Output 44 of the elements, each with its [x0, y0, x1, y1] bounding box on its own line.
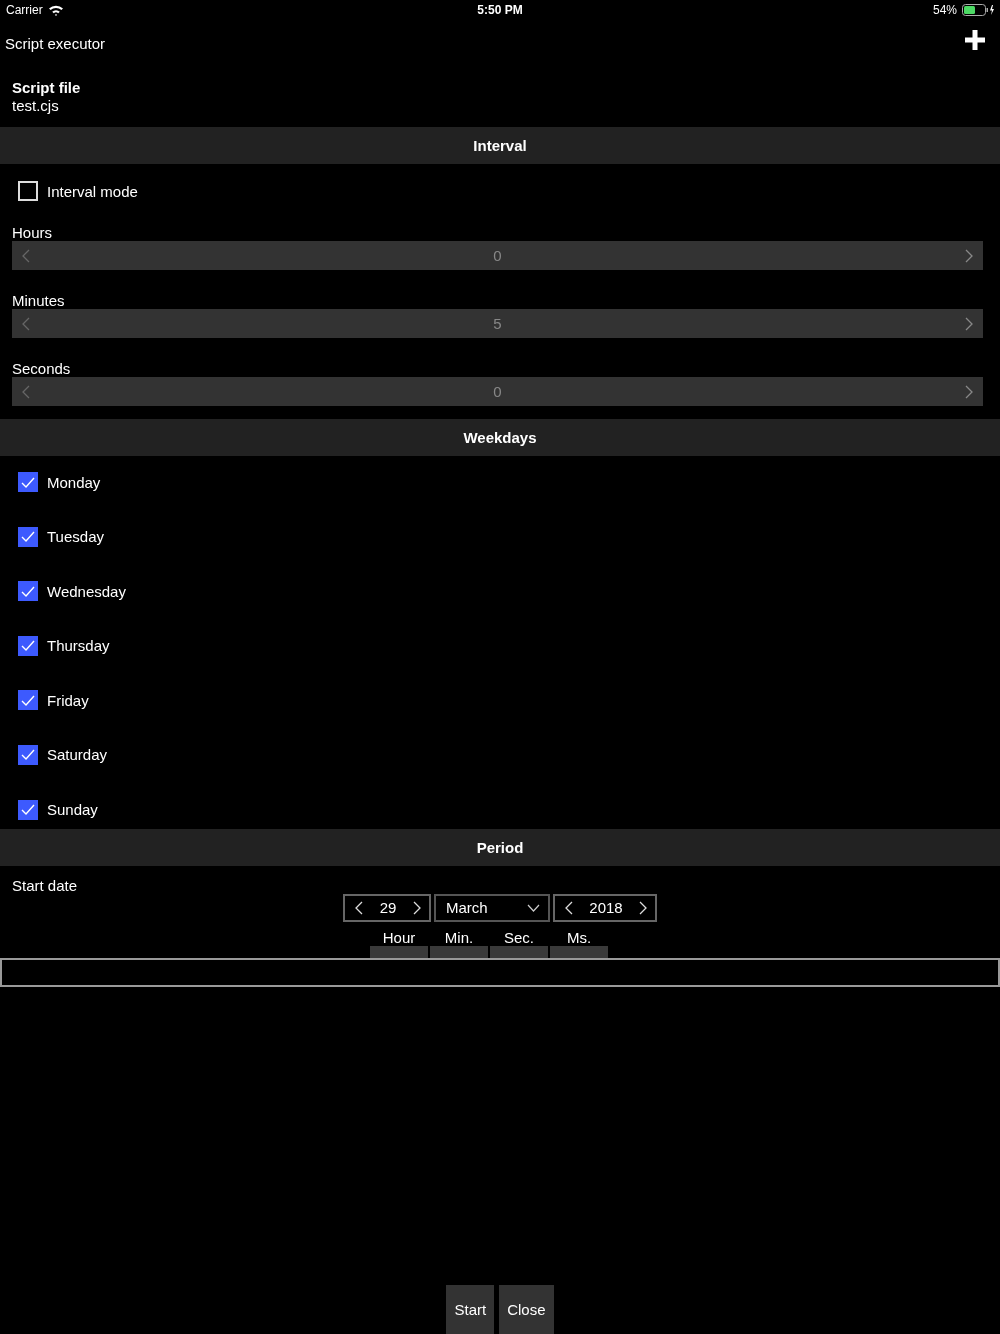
checkbox-label: Wednesday	[47, 582, 126, 600]
field-label: Hours	[12, 224, 53, 241]
section-header: Weekdays	[0, 419, 1000, 456]
checkbox-label: Tuesday	[47, 528, 104, 546]
month-dropdown[interactable]: March	[434, 893, 550, 922]
time-label: Ms.	[566, 929, 592, 946]
time-label: Hour	[382, 929, 416, 946]
carrier-label: Carrier	[6, 3, 43, 17]
checkbox-label: Sunday	[47, 801, 98, 819]
section-header: Period	[0, 828, 1000, 866]
field-label: Minutes	[12, 292, 66, 309]
time-field[interactable]	[490, 945, 548, 958]
app-title: Script executor	[5, 34, 106, 52]
checkbox[interactable]	[18, 799, 38, 820]
checkbox[interactable]	[18, 581, 38, 602]
time-field[interactable]	[550, 945, 608, 958]
wifi-icon	[47, 4, 64, 16]
field-label: Seconds	[12, 360, 72, 377]
checkbox[interactable]	[18, 690, 38, 711]
checkbox[interactable]	[18, 472, 38, 492]
checkbox-label: Monday	[47, 473, 101, 491]
script-file-name: test.cjs	[12, 97, 60, 115]
time-field[interactable]	[430, 945, 488, 958]
section-header: Interval	[0, 127, 1000, 164]
action-button[interactable]: Start	[446, 1285, 495, 1334]
checkbox-label: Friday	[47, 691, 89, 709]
battery-percent: 54%	[932, 3, 957, 17]
chevron-down-icon	[527, 903, 540, 912]
checkbox[interactable]	[18, 526, 38, 547]
add-icon[interactable]	[965, 30, 985, 50]
field-label: Start date	[12, 876, 79, 894]
time-label: Sec.	[504, 929, 534, 946]
battery-icon	[962, 4, 994, 16]
action-button[interactable]: Close	[499, 1285, 554, 1334]
checkbox-label: Saturday	[47, 746, 108, 764]
time-field[interactable]	[370, 945, 428, 958]
checkbox-label: Interval mode	[47, 182, 138, 200]
status-time: 5:50 PM	[476, 3, 524, 17]
script-file-label: Script file	[12, 79, 82, 97]
checkbox-label: Thursday	[47, 637, 110, 655]
checkbox[interactable]	[18, 635, 38, 656]
text-field[interactable]	[0, 957, 1000, 987]
time-label: Min.	[444, 929, 474, 946]
checkbox[interactable]	[18, 744, 38, 765]
